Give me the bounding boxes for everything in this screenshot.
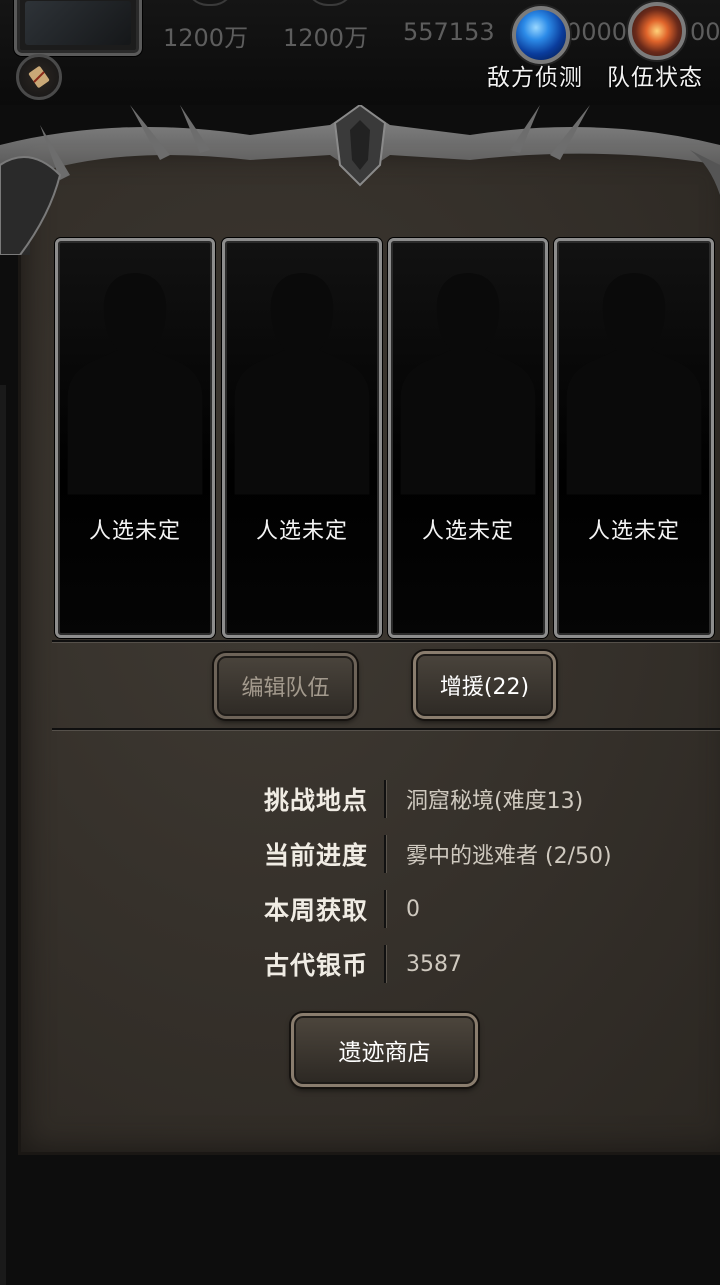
silhouette-icon — [566, 273, 702, 495]
team-slots: 人选未定 人选未定 人选未定 人选未定 — [55, 238, 720, 638]
info-row-progress: 当前进度 雾中的逃难者 (2/50) — [240, 834, 612, 874]
info-value: 雾中的逃难者 (2/50) — [406, 844, 612, 869]
reinforce-button[interactable]: 增援(22) — [413, 651, 556, 719]
team-status-label[interactable]: 队伍状态 — [607, 58, 703, 92]
team-slot-4[interactable]: 人选未定 — [554, 238, 714, 638]
info-row-silver: 古代银币 3587 — [240, 944, 462, 984]
resource-value-3: 557153 — [403, 18, 495, 46]
slot-status-label: 人选未定 — [255, 519, 348, 544]
relic-shop-button[interactable]: 遗迹商店 — [291, 1013, 478, 1087]
divider — [52, 640, 720, 642]
info-label: 本周获取 — [263, 896, 368, 925]
resource-value-1: 1200万 — [163, 24, 249, 52]
info-label: 古代银币 — [263, 951, 368, 980]
info-row-location: 挑战地点 洞窟秘境(难度13) — [240, 779, 583, 819]
enemy-detect-icon[interactable] — [512, 6, 570, 64]
scroll-button[interactable] — [16, 54, 62, 100]
edit-team-button[interactable]: 编辑队伍 — [214, 653, 357, 719]
info-value: 洞窟秘境(难度13) — [406, 789, 584, 814]
left-strip — [0, 385, 6, 1285]
silhouette-icon — [400, 273, 536, 495]
top-hud: 1200万 1200万 557153 0000 000 敌方侦测 队伍状态 — [0, 0, 720, 105]
team-slot-2[interactable]: 人选未定 — [222, 238, 382, 638]
avatar-image — [25, 1, 131, 45]
silhouette-icon — [234, 273, 370, 495]
scroll-icon — [28, 66, 50, 88]
divider — [52, 728, 720, 730]
slot-status-label: 人选未定 — [88, 519, 181, 544]
info-value: 0 — [406, 896, 420, 922]
resource-value-4: 0000 — [566, 18, 628, 46]
player-avatar[interactable] — [14, 0, 142, 56]
silhouette-icon — [67, 273, 203, 495]
info-value: 3587 — [406, 951, 462, 977]
team-status-icon[interactable] — [628, 2, 686, 60]
slot-status-label: 人选未定 — [421, 519, 514, 544]
team-slot-1[interactable]: 人选未定 — [55, 238, 215, 638]
resource-value-5: 000 — [690, 18, 720, 46]
enemy-detect-label[interactable]: 敌方侦测 — [487, 58, 583, 92]
slot-status-label: 人选未定 — [587, 519, 680, 544]
info-row-weekly: 本周获取 0 — [240, 889, 420, 929]
info-label: 当前进度 — [263, 841, 368, 870]
team-slot-3[interactable]: 人选未定 — [388, 238, 548, 638]
info-label: 挑战地点 — [263, 786, 368, 815]
resource-value-2: 1200万 — [283, 24, 369, 52]
resource-ring-icon — [305, 0, 355, 6]
resource-ring-icon — [185, 0, 235, 6]
ornament-frame-icon — [0, 105, 720, 255]
